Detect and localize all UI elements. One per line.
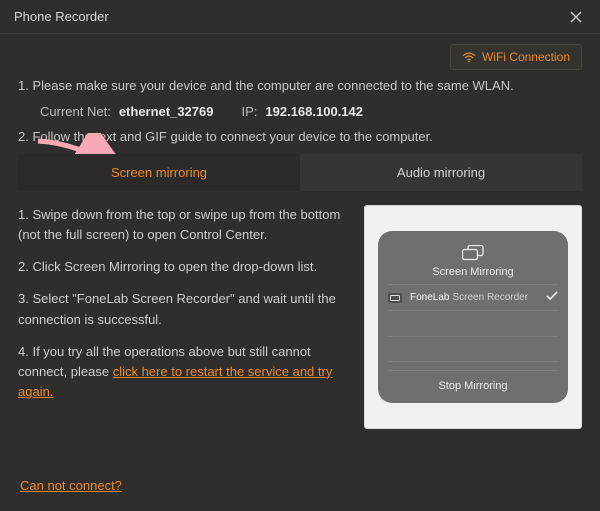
screen-mirroring-icon	[462, 245, 484, 261]
device-name: Screen Recorder	[452, 292, 546, 303]
ip-label: IP:	[241, 104, 257, 119]
ip-value: 192.168.100.142	[265, 104, 363, 119]
checkmark-icon	[546, 291, 558, 304]
mirroring-tabs: Screen mirroring Audio mirroring	[18, 154, 582, 191]
window-title: Phone Recorder	[14, 9, 109, 24]
close-button[interactable]	[566, 7, 586, 27]
steps-list: 1. Swipe down from the top or swipe up f…	[18, 205, 344, 429]
mirroring-device-row: FoneLab Screen Recorder	[388, 284, 558, 310]
step-3: 3. Select "FoneLab Screen Recorder" and …	[18, 289, 344, 329]
step-4: 4. If you try all the operations above b…	[18, 342, 344, 402]
step-2: 2. Click Screen Mirroring to open the dr…	[18, 257, 344, 277]
instruction-1: 1. Please make sure your device and the …	[18, 76, 582, 96]
network-info: Current Net: ethernet_32769 IP: 192.168.…	[40, 104, 582, 119]
wifi-connection-label: WiFi Connection	[482, 50, 570, 64]
mirroring-empty-row	[388, 336, 558, 362]
current-net-value: ethernet_32769	[119, 104, 214, 119]
cannot-connect-link[interactable]: Can not connect?	[20, 478, 122, 493]
phone-recorder-dialog: Phone Recorder WiFi Connection 1. Please…	[0, 0, 600, 511]
appletv-icon	[388, 293, 402, 303]
close-icon	[570, 11, 582, 23]
mirroring-panel: Screen Mirroring FoneLab Screen Recorder…	[378, 231, 568, 403]
stop-mirroring-button: Stop Mirroring	[388, 370, 558, 403]
tab-audio-mirroring[interactable]: Audio mirroring	[300, 154, 582, 191]
titlebar: Phone Recorder	[0, 0, 600, 34]
mirroring-empty-row	[388, 310, 558, 336]
tab-screen-mirroring[interactable]: Screen mirroring	[18, 154, 300, 191]
screen-mirroring-preview: Screen Mirroring FoneLab Screen Recorder…	[364, 205, 582, 429]
mirroring-panel-title: Screen Mirroring	[432, 266, 513, 278]
wifi-icon	[462, 52, 476, 63]
wifi-connection-button[interactable]: WiFi Connection	[450, 44, 582, 70]
device-brand: FoneLab	[410, 292, 449, 303]
current-net-label: Current Net:	[40, 104, 111, 119]
instruction-2: 2. Follow the text and GIF guide to conn…	[18, 127, 582, 147]
step-1: 1. Swipe down from the top or swipe up f…	[18, 205, 344, 245]
